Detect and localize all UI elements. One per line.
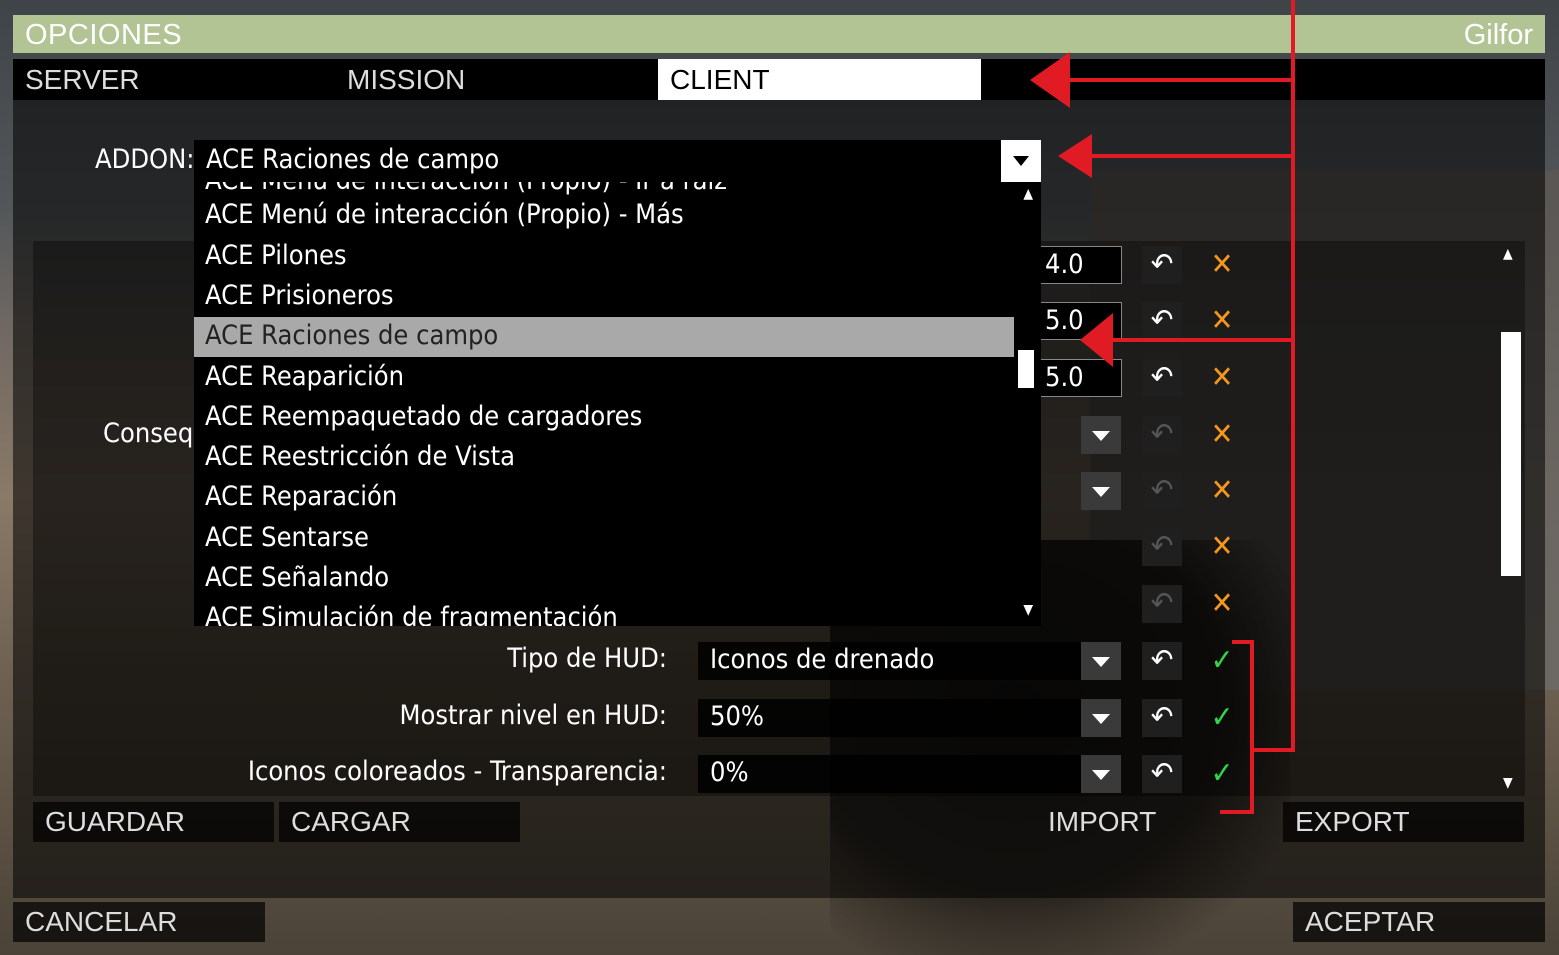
setting-select-hud-type[interactable]: Iconos de drenado xyxy=(698,642,1081,680)
undo-icon[interactable]: ↶ xyxy=(1142,472,1182,510)
chevron-down-icon[interactable] xyxy=(1001,140,1041,182)
list-item[interactable]: ACE Sentarse xyxy=(194,519,1014,559)
undo-icon[interactable]: ↶ xyxy=(1142,302,1182,340)
undo-icon[interactable]: ↶ xyxy=(1142,642,1182,680)
save-button[interactable]: GUARDAR xyxy=(33,802,274,842)
accept-button[interactable]: ACEPTAR xyxy=(1293,902,1545,942)
chevron-down-icon[interactable] xyxy=(1081,416,1121,454)
undo-icon[interactable]: ↶ xyxy=(1142,528,1182,566)
title-bar: OPCIONES Gilfor xyxy=(13,15,1545,53)
load-button[interactable]: CARGAR xyxy=(279,802,520,842)
chevron-down-icon[interactable] xyxy=(1081,699,1121,737)
x-icon: ✕ xyxy=(1210,529,1234,564)
tab-client[interactable]: CLIENT xyxy=(658,59,981,100)
undo-icon[interactable]: ↶ xyxy=(1142,699,1182,737)
numeric-field[interactable]: 5.0 xyxy=(1040,302,1122,340)
x-icon: ✕ xyxy=(1210,247,1234,282)
undo-icon[interactable]: ↶ xyxy=(1142,755,1182,793)
chevron-down-icon[interactable] xyxy=(1081,472,1121,510)
addon-select[interactable]: ACE Raciones de campo xyxy=(194,140,1041,182)
list-item[interactable]: ACE Simulación de fragmentación xyxy=(194,599,1014,626)
x-icon: ✕ xyxy=(1210,586,1234,621)
x-icon: ✕ xyxy=(1210,473,1234,508)
chevron-down-icon[interactable] xyxy=(1081,755,1121,793)
addon-dropdown-list: ACE Menú de interacción (Propio) - Ir a … xyxy=(194,182,1041,626)
tab-mission[interactable]: MISSION xyxy=(335,59,658,100)
list-item[interactable]: ACE Reaparición xyxy=(194,358,1014,398)
partial-setting-label: Consequ xyxy=(103,418,209,449)
list-item-selected[interactable]: ACE Raciones de campo xyxy=(194,317,1014,357)
setting-label-hud-level: Mostrar nivel en HUD: xyxy=(399,700,668,731)
settings-scrollbar-thumb[interactable] xyxy=(1501,332,1521,576)
list-scroll-up-icon[interactable]: ▲ xyxy=(1023,186,1033,202)
x-icon: ✕ xyxy=(1210,417,1234,452)
setting-label-hud-type: Tipo de HUD: xyxy=(507,643,667,674)
list-item[interactable]: ACE Reparación xyxy=(194,478,1014,518)
check-icon: ✓ xyxy=(1210,700,1234,735)
import-button[interactable]: IMPORT xyxy=(1036,802,1277,842)
list-scroll-down-icon[interactable]: ▼ xyxy=(1023,602,1033,618)
dialog-title: OPCIONES xyxy=(25,19,183,51)
undo-icon[interactable]: ↶ xyxy=(1142,416,1182,454)
list-item[interactable]: ACE Señalando xyxy=(194,559,1014,599)
tab-server[interactable]: SERVER xyxy=(13,59,336,100)
undo-icon[interactable]: ↶ xyxy=(1142,359,1182,397)
addon-select-value: ACE Raciones de campo xyxy=(206,144,500,175)
scroll-up-arrow-icon[interactable]: ▲ xyxy=(1503,246,1513,262)
check-icon: ✓ xyxy=(1210,756,1234,791)
cancel-button[interactable]: CANCELAR xyxy=(13,902,265,942)
list-item[interactable]: ACE Pilones xyxy=(194,237,1014,277)
setting-select-icon-transparency[interactable]: 0% xyxy=(698,755,1081,793)
list-item[interactable]: ACE Prisioneros xyxy=(194,277,1014,317)
numeric-field[interactable]: 5.0 xyxy=(1040,359,1122,397)
x-icon: ✕ xyxy=(1210,303,1234,338)
list-item[interactable]: ACE Reestricción de Vista xyxy=(194,438,1014,478)
chevron-down-icon[interactable] xyxy=(1081,642,1121,680)
numeric-field[interactable]: 4.0 xyxy=(1040,246,1122,284)
undo-icon[interactable]: ↶ xyxy=(1142,585,1182,623)
list-item[interactable]: ACE Menú de interacción (Propio) - Más xyxy=(194,196,1014,236)
options-dialog: OPCIONES Gilfor SERVER MISSION CLIENT AD… xyxy=(0,0,1559,955)
list-item[interactable]: ACE Reempaquetado de cargadores xyxy=(194,398,1014,438)
addon-label: ADDON: xyxy=(95,144,195,175)
check-icon: ✓ xyxy=(1210,643,1234,678)
scroll-down-arrow-icon[interactable]: ▼ xyxy=(1503,775,1513,791)
list-scrollbar-thumb[interactable] xyxy=(1018,350,1034,388)
export-button[interactable]: EXPORT xyxy=(1283,802,1524,842)
tab-bar: SERVER MISSION CLIENT xyxy=(13,59,1545,100)
x-icon: ✕ xyxy=(1210,360,1234,395)
player-name: Gilfor xyxy=(1463,19,1533,51)
setting-select-hud-level[interactable]: 50% xyxy=(698,699,1081,737)
undo-icon[interactable]: ↶ xyxy=(1142,246,1182,284)
setting-label-icon-transparency: Iconos coloreados - Transparencia: xyxy=(247,756,667,787)
